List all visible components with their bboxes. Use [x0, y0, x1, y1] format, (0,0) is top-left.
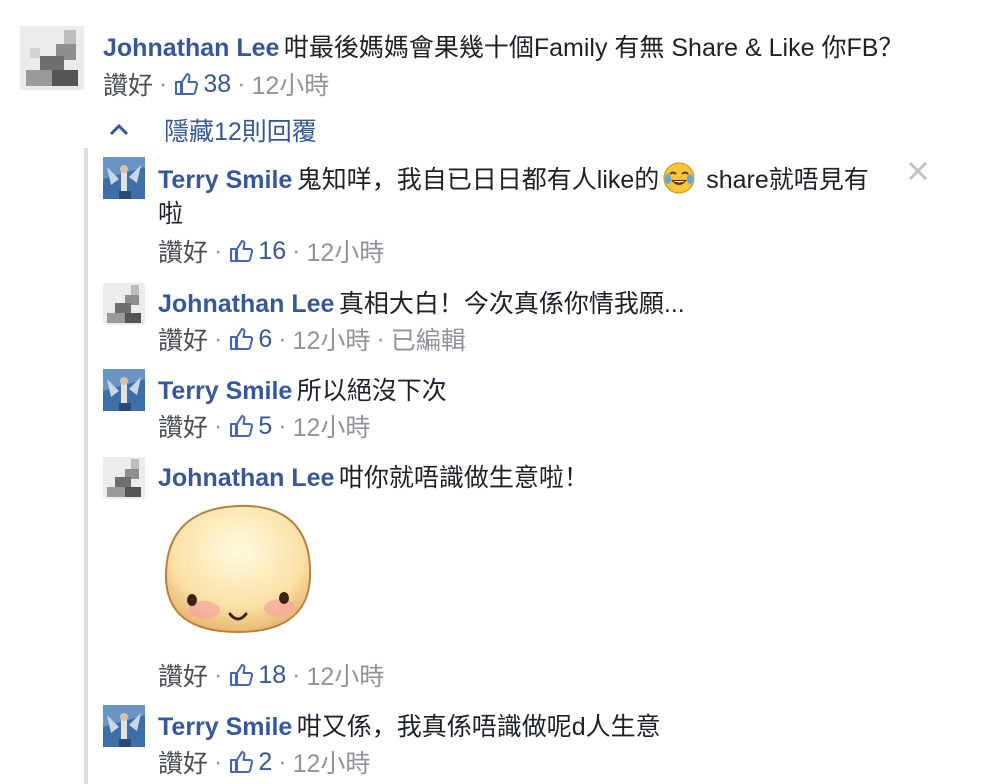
laughing-emoji: [663, 162, 695, 194]
comment-author[interactable]: Johnathan Lee: [103, 34, 279, 62]
like-button[interactable]: 讚好: [158, 408, 208, 444]
avatar-johnathan-lee[interactable]: [103, 283, 145, 325]
reply-author[interactable]: Johnathan Lee: [158, 464, 334, 492]
reply-author[interactable]: Terry Smile: [158, 713, 292, 741]
reply-meta: 讚好 · 16 · 12小時: [158, 233, 384, 269]
like-icon: [230, 415, 254, 437]
thread-line: [84, 148, 88, 784]
timestamp[interactable]: 12小時: [293, 408, 371, 444]
edited-label[interactable]: 已編輯: [391, 321, 466, 357]
reply-text: 咁又係，我真係唔識做呢d人生意: [296, 713, 661, 741]
like-button[interactable]: 讚好: [158, 233, 208, 269]
timestamp[interactable]: 12小時: [306, 657, 384, 693]
hide-replies-toggle[interactable]: 隱藏12則回覆: [106, 112, 317, 148]
reply-meta: 讚好 · 6 · 12小時 · 已編輯: [158, 321, 466, 357]
like-icon: [230, 328, 254, 350]
comment-meta: 讚好 · 38 · 12小時: [103, 66, 329, 102]
like-count[interactable]: 18: [258, 661, 286, 690]
reply-text: 真相大白！今次真係你情我願...: [338, 290, 685, 318]
reply-author[interactable]: Johnathan Lee: [158, 290, 334, 318]
reply-author[interactable]: Terry Smile: [158, 166, 292, 194]
avatar-terry-smile[interactable]: [103, 705, 145, 747]
hide-replies-label[interactable]: 隱藏12則回覆: [164, 112, 317, 148]
reply-meta: 讚好 · 18 · 12小時: [158, 657, 384, 693]
like-icon: [230, 664, 254, 686]
timestamp[interactable]: 12小時: [293, 321, 371, 357]
comment-text: 咁最後媽媽會果幾十個Family 有無 Share & Like 你FB？: [283, 34, 904, 62]
like-icon: [230, 751, 254, 773]
like-button[interactable]: 讚好: [158, 657, 208, 693]
avatar-johnathan-lee[interactable]: [20, 26, 84, 90]
reply-meta: 讚好 · 5 · 12小時: [158, 408, 370, 444]
timestamp[interactable]: 12小時: [306, 233, 384, 269]
chevron-up-icon: [109, 123, 129, 136]
like-button[interactable]: 讚好: [158, 321, 208, 357]
avatar-johnathan-lee[interactable]: [103, 457, 145, 499]
reply-author[interactable]: Terry Smile: [158, 377, 292, 405]
close-icon[interactable]: [907, 160, 929, 182]
timestamp[interactable]: 12小時: [293, 744, 371, 780]
timestamp[interactable]: 12小時: [251, 66, 329, 102]
reply-text: 鬼知咩，我自已日日都有人like的: [296, 166, 660, 194]
like-button[interactable]: 讚好: [103, 66, 153, 102]
like-count[interactable]: 6: [258, 325, 272, 354]
reply-text-line2: 啦: [158, 200, 184, 228]
reply-text: 咁你就唔識做生意啦！: [338, 464, 589, 492]
like-count[interactable]: 38: [203, 70, 231, 99]
like-button[interactable]: 讚好: [158, 744, 208, 780]
reply-text-continued: share就唔見有: [699, 166, 869, 194]
avatar-terry-smile[interactable]: [103, 157, 145, 199]
like-count[interactable]: 16: [258, 237, 286, 266]
blob-sticker[interactable]: [160, 500, 316, 638]
like-icon: [175, 73, 199, 95]
like-count[interactable]: 2: [258, 748, 272, 777]
reply-text: 所以絕沒下次: [296, 377, 447, 405]
like-count[interactable]: 5: [258, 412, 272, 441]
avatar-terry-smile[interactable]: [103, 369, 145, 411]
reply-meta: 讚好 · 2 · 12小時: [158, 744, 370, 780]
like-icon: [230, 240, 254, 262]
